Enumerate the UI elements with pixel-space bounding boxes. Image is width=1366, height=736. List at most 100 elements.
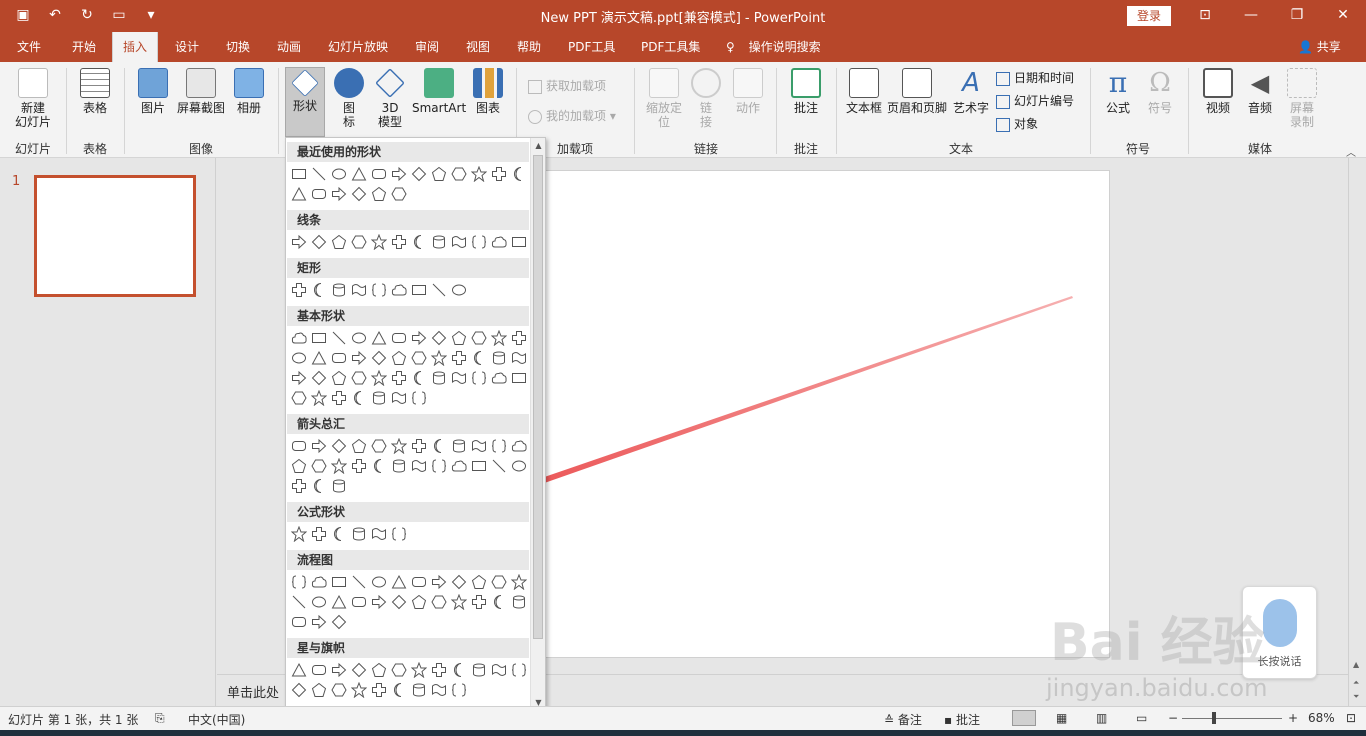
shape-cloud-icon[interactable]: [511, 438, 527, 454]
slide-number-button[interactable]: 幻灯片编号: [996, 91, 1074, 111]
tab-pdf-tools[interactable]: PDF工具: [568, 32, 615, 62]
shape-arrow-icon[interactable]: [391, 166, 407, 182]
shape-oval-icon[interactable]: [311, 594, 327, 610]
shape-bracket-icon[interactable]: [291, 574, 307, 590]
shape-line-icon[interactable]: [431, 282, 447, 298]
shape-cyl-icon[interactable]: [471, 662, 487, 678]
shape-arrow-icon[interactable]: [431, 574, 447, 590]
screenshot-button[interactable]: 屏幕截图: [174, 68, 228, 115]
close-icon[interactable]: ✕: [1328, 4, 1358, 26]
shape-bracket-icon[interactable]: [411, 390, 427, 406]
screen-record-button[interactable]: 屏幕 录制: [1282, 68, 1322, 129]
shape-cloud-icon[interactable]: [311, 574, 327, 590]
shape-hex-icon[interactable]: [351, 370, 367, 386]
zoom-slider[interactable]: [1182, 718, 1282, 719]
tab-view[interactable]: 视图: [466, 32, 490, 62]
shape-arrow-icon[interactable]: [371, 594, 387, 610]
shape-rrect-icon[interactable]: [331, 350, 347, 366]
smartart-button[interactable]: SmartArt: [412, 68, 466, 115]
shape-bracket-icon[interactable]: [511, 662, 527, 678]
tab-design[interactable]: 设计: [175, 32, 199, 62]
shape-moon-icon[interactable]: [451, 662, 467, 678]
shape-moon-icon[interactable]: [411, 370, 427, 386]
shape-oval-icon[interactable]: [291, 350, 307, 366]
shape-diamond-icon[interactable]: [371, 350, 387, 366]
shape-moon-icon[interactable]: [371, 458, 387, 474]
shape-hex-icon[interactable]: [351, 234, 367, 250]
shape-cyl-icon[interactable]: [511, 594, 527, 610]
object-button[interactable]: 对象: [996, 114, 1038, 134]
audio-button[interactable]: ◀ 音频: [1240, 68, 1280, 115]
shape-cross-icon[interactable]: [471, 594, 487, 610]
shape-diamond-icon[interactable]: [411, 166, 427, 182]
shape-pent-icon[interactable]: [451, 330, 467, 346]
scroll-up-icon[interactable]: ▲: [1353, 660, 1359, 669]
share-button[interactable]: 👤 共享: [1298, 32, 1341, 62]
shape-diamond-icon[interactable]: [351, 186, 367, 202]
zoom-in-icon[interactable]: +: [1288, 711, 1298, 725]
tell-me-search[interactable]: ♀ 操作说明搜索: [726, 32, 821, 62]
shape-diamond-icon[interactable]: [391, 594, 407, 610]
shape-tri-icon[interactable]: [391, 574, 407, 590]
shape-oval-icon[interactable]: [511, 458, 527, 474]
shape-arrow-icon[interactable]: [331, 662, 347, 678]
shape-cross-icon[interactable]: [291, 282, 307, 298]
reading-view-icon[interactable]: ▥: [1096, 711, 1107, 725]
shape-moon-icon[interactable]: [311, 282, 327, 298]
shape-rect-icon[interactable]: [511, 370, 527, 386]
shape-moon-icon[interactable]: [511, 166, 527, 182]
restore-icon[interactable]: ❐: [1282, 4, 1312, 26]
shape-cloud-icon[interactable]: [451, 458, 467, 474]
shape-cyl-icon[interactable]: [331, 282, 347, 298]
shape-rect-icon[interactable]: [511, 234, 527, 250]
shape-wave-icon[interactable]: [511, 350, 527, 366]
shape-tri-icon[interactable]: [331, 594, 347, 610]
shape-rrect-icon[interactable]: [371, 166, 387, 182]
fit-to-window-icon[interactable]: ⊡: [1346, 711, 1356, 725]
shape-oval-icon[interactable]: [351, 330, 367, 346]
shape-hex-icon[interactable]: [471, 330, 487, 346]
shape-diamond-icon[interactable]: [451, 574, 467, 590]
shape-cloud-icon[interactable]: [291, 330, 307, 346]
shape-star-icon[interactable]: [431, 350, 447, 366]
shape-pent-icon[interactable]: [371, 662, 387, 678]
shape-hex-icon[interactable]: [331, 682, 347, 698]
shape-cross-icon[interactable]: [351, 458, 367, 474]
shape-arrow-icon[interactable]: [351, 350, 367, 366]
shape-arrow-icon[interactable]: [331, 186, 347, 202]
shape-rrect-icon[interactable]: [391, 330, 407, 346]
tab-pdf-toolset[interactable]: PDF工具集: [641, 32, 700, 62]
zoom-out-icon[interactable]: −: [1168, 711, 1178, 725]
shape-bracket-icon[interactable]: [431, 458, 447, 474]
shape-cyl-icon[interactable]: [351, 526, 367, 542]
slide-sorter-icon[interactable]: ▦: [1056, 711, 1067, 725]
shape-moon-icon[interactable]: [331, 526, 347, 542]
normal-view-icon[interactable]: [1012, 710, 1036, 726]
equation-button[interactable]: π 公式: [1098, 68, 1138, 116]
shape-pent-icon[interactable]: [431, 166, 447, 182]
symbol-button[interactable]: Ω 符号: [1140, 68, 1180, 115]
shape-pent-icon[interactable]: [411, 594, 427, 610]
3d-model-button[interactable]: 3D 模型: [370, 68, 410, 129]
shape-oval-icon[interactable]: [451, 282, 467, 298]
shape-wave-icon[interactable]: [351, 282, 367, 298]
shapes-gallery-scrollbar[interactable]: ▲ ▼ ⋰: [530, 138, 545, 722]
shape-bracket-icon[interactable]: [451, 682, 467, 698]
shape-cyl-icon[interactable]: [491, 350, 507, 366]
shape-cyl-icon[interactable]: [411, 682, 427, 698]
tab-transitions[interactable]: 切换: [226, 32, 250, 62]
spellcheck-icon[interactable]: ⎘: [155, 711, 165, 726]
shape-cyl-icon[interactable]: [451, 438, 467, 454]
shape-rrect-icon[interactable]: [291, 438, 307, 454]
shape-star-icon[interactable]: [511, 574, 527, 590]
shape-star-icon[interactable]: [371, 370, 387, 386]
new-slide-button[interactable]: 新建 幻灯片: [8, 68, 58, 129]
shape-oval-icon[interactable]: [371, 574, 387, 590]
shape-cyl-icon[interactable]: [391, 458, 407, 474]
shape-diamond-icon[interactable]: [351, 662, 367, 678]
shape-diamond-icon[interactable]: [291, 682, 307, 698]
shape-star-icon[interactable]: [471, 166, 487, 182]
shape-cross-icon[interactable]: [311, 526, 327, 542]
shape-cloud-icon[interactable]: [491, 370, 507, 386]
shape-rect-icon[interactable]: [331, 574, 347, 590]
